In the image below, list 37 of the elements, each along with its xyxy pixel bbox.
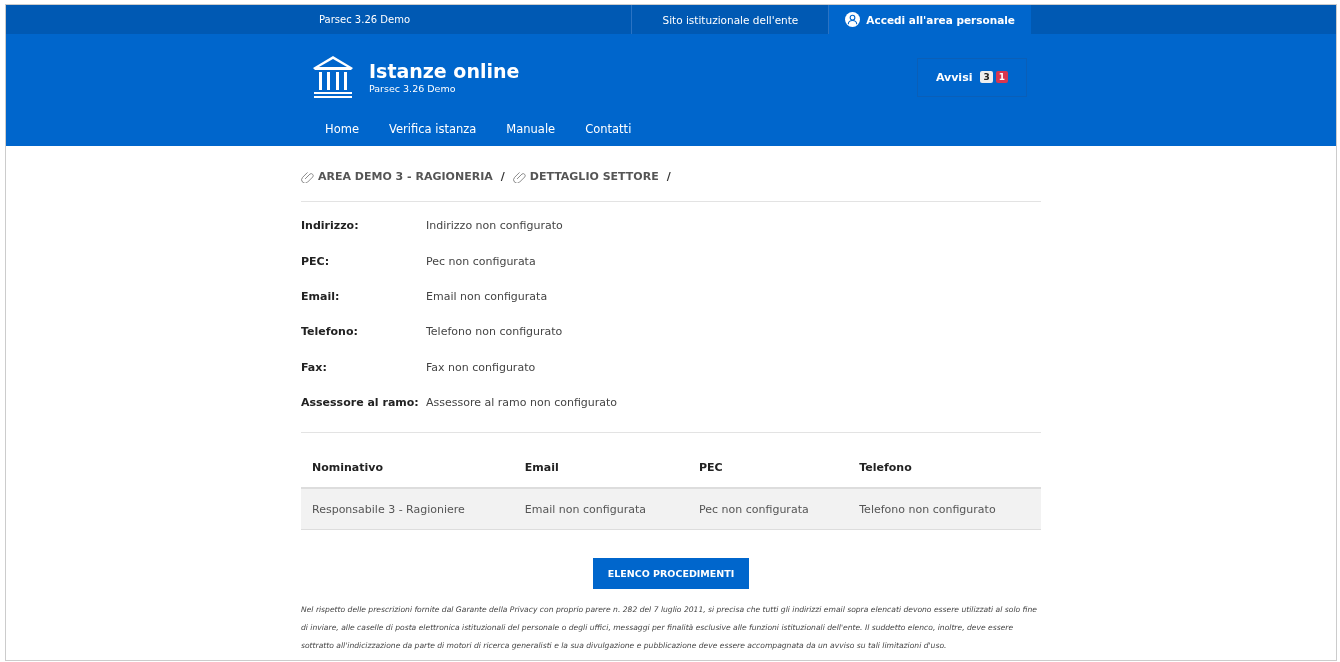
nav-link[interactable]: Verifica istanza [374, 116, 491, 142]
field-label: Fax: [301, 360, 328, 374]
field-value: Fax non configurato [426, 360, 536, 374]
user-icon [845, 12, 861, 27]
field-value: Email non configurata [426, 289, 548, 303]
nav-link[interactable]: Manuale [492, 116, 570, 142]
notices-panel[interactable]: Avvisi 3 1 [916, 57, 1027, 97]
building-icon [311, 54, 355, 100]
field-value: Assessore al ramo non configurato [426, 396, 618, 410]
notices-label: Avvisi [935, 70, 973, 84]
site-title: Istanze online [369, 60, 521, 82]
nav-link[interactable]: Home [311, 116, 373, 142]
table-cell: Email non configurata [513, 488, 688, 530]
field-label: Indirizzo: [301, 219, 360, 233]
table-cell: Telefono non configurato [848, 488, 1041, 530]
login-button[interactable]: Accedi all'area personale [829, 5, 1031, 34]
field-value: Telefono non configurato [426, 325, 563, 339]
table-cell: Pec non configurata [688, 488, 849, 530]
breadcrumb-separator: / [500, 170, 505, 183]
nav-link[interactable]: Contatti [571, 116, 646, 142]
site-brand: Parsec 3.26 Demo [318, 14, 411, 25]
field-label: Email: [301, 289, 341, 303]
breadcrumb-separator: / [666, 170, 671, 183]
paperclip-icon [301, 170, 314, 183]
field-label: Telefono: [301, 325, 359, 339]
procedures-button[interactable]: ELENCO PROCEDIMENTI [592, 558, 750, 590]
count-badge: 3 [980, 71, 993, 83]
breadcrumb-link[interactable]: AREA DEMO 3 - RAGIONERIA [301, 170, 493, 183]
table-cell: Responsabile 3 - Ragioniere [301, 488, 514, 530]
count-badge: 1 [995, 71, 1008, 83]
paperclip-icon [512, 170, 526, 183]
breadcrumb-link[interactable]: DETTAGLIO SETTORE [512, 170, 659, 183]
field-label: Assessore al ramo: [301, 396, 420, 410]
field-label: PEC: [301, 254, 331, 268]
field-value: Indirizzo non configurato [426, 219, 563, 233]
site-subtitle: Parsec 3.26 Demo [369, 83, 457, 94]
field-value: Pec non configurata [426, 254, 536, 268]
